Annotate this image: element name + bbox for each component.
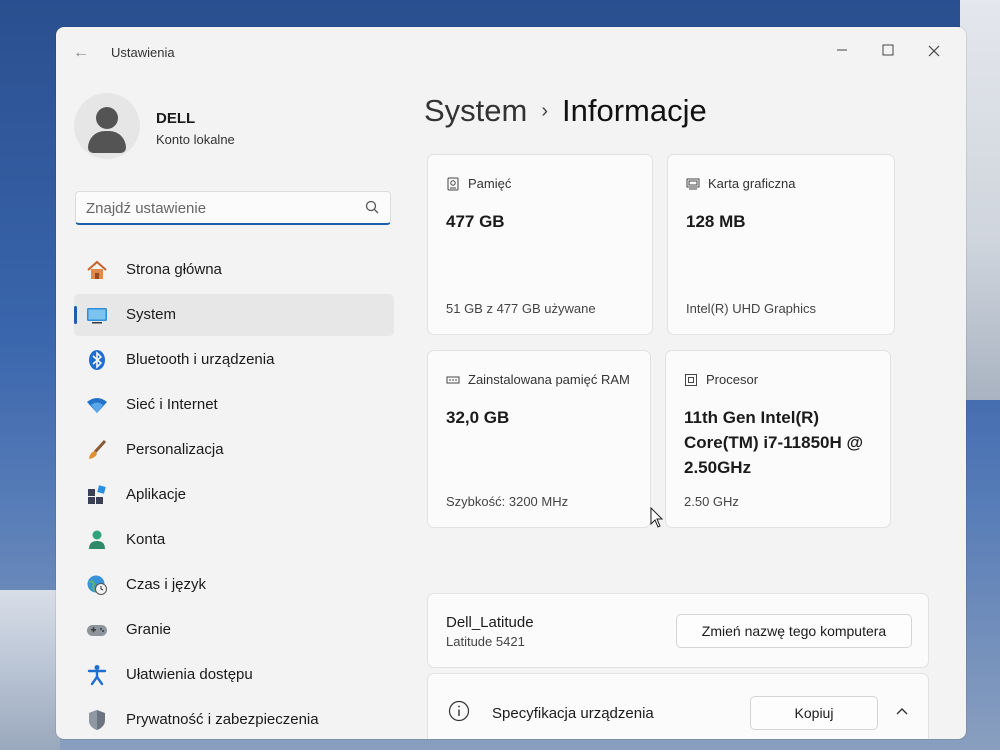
sidebar-item-label: Aplikacje [126,486,187,503]
breadcrumb: System › Informacje [424,93,707,129]
minimize-icon [837,49,847,51]
maximize-icon [882,44,894,56]
sidebar-item-label: Prywatność i zabezpieczenia [126,711,319,728]
breadcrumb-parent[interactable]: System [424,93,527,128]
shield-icon [89,710,105,730]
background-snow-left [0,590,60,750]
accessibility-icon [87,665,107,686]
sidebar-item-label: Bluetooth i urządzenia [126,351,275,368]
settings-window: ← Ustawienia DELL Konto lokalne Znajdź u… [56,27,966,739]
sidebar-item-personalization[interactable]: Personalizacja [74,429,394,471]
breadcrumb-separator: › [541,100,549,122]
sidebar-item-home[interactable]: Strona główna [74,249,394,291]
account-type: Konto lokalne [156,132,235,147]
page-title: Informacje [562,93,707,128]
device-spec-card[interactable]: Specyfikacja urządzenia Kopiuj [427,673,929,739]
system-icon [87,308,107,324]
sidebar-nav: Strona główna System Bluetooth i urządze… [74,249,394,739]
sidebar-item-bluetooth[interactable]: Bluetooth i urządzenia [74,339,394,381]
ram-card[interactable]: Zainstalowana pamięć RAM 32,0 GB Szybkoś… [427,350,651,528]
sidebar-item-accounts[interactable]: Konta [74,519,394,561]
search-icon[interactable] [364,199,380,215]
gpu-icon [686,178,700,190]
sidebar-item-label: Personalizacja [126,441,224,458]
gpu-title: Karta graficzna [708,176,796,191]
sidebar-item-label: Strona główna [126,261,222,278]
account-icon [89,530,105,549]
sidebar-item-time-language[interactable]: Czas i język [74,564,394,606]
storage-card[interactable]: Pamięć 477 GB 51 GB z 477 GB używane [427,154,653,335]
spec-title: Specyfikacja urządzenia [492,705,654,722]
storage-value: 477 GB [446,212,505,231]
sidebar-item-accessibility[interactable]: Ułatwienia dostępu [74,654,394,696]
ram-value: 32,0 GB [446,408,510,427]
sidebar-item-label: System [126,306,177,323]
gpu-name: Intel(R) UHD Graphics [686,301,817,316]
sidebar-item-label: Ułatwienia dostępu [126,666,253,683]
cpu-icon [685,374,697,386]
copy-button[interactable]: Kopiuj [750,696,878,730]
user-profile[interactable]: DELL Konto lokalne [74,93,394,163]
app-title: Ustawienia [111,45,175,60]
search-input[interactable] [86,198,346,218]
storage-title: Pamięć [468,176,512,191]
sidebar-item-label: Konta [126,531,166,548]
gpu-value: 128 MB [686,212,746,231]
sidebar-item-label: Czas i język [126,576,207,593]
bluetooth-icon [89,350,105,370]
home-icon [87,260,107,279]
sidebar-item-system[interactable]: System [74,294,394,336]
rename-pc-button[interactable]: Zmień nazwę tego komputera [676,614,912,648]
device-name: Dell_Latitude [446,614,534,631]
close-button[interactable] [920,37,948,65]
avatar-body [88,131,126,153]
sidebar-item-gaming[interactable]: Granie [74,609,394,651]
user-name: DELL [156,110,196,127]
sidebar-item-label: Granie [126,621,172,638]
ram-title: Zainstalowana pamięć RAM [468,372,630,387]
avatar [74,93,140,159]
storage-usage: 51 GB z 477 GB używane [446,301,596,316]
brush-icon [89,439,107,459]
device-name-card: Dell_Latitude Latitude 5421 Zmień nazwę … [427,593,929,668]
chevron-up-icon[interactable] [890,700,914,724]
device-model: Latitude 5421 [446,634,525,649]
maximize-button[interactable] [874,37,902,65]
close-icon [928,45,940,57]
minimize-button[interactable] [828,37,856,65]
sidebar-item-network[interactable]: Sieć i Internet [74,384,394,426]
apps-icon [88,485,106,504]
ram-speed: Szybkość: 3200 MHz [446,494,569,509]
sidebar-item-privacy[interactable]: Prywatność i zabezpieczenia [74,699,394,739]
storage-icon [447,177,459,191]
sidebar-item-apps[interactable]: Aplikacje [74,474,394,516]
gamepad-icon [87,625,107,636]
cpu-card[interactable]: Procesor 11th Gen Intel(R) Core(TM) i7-1… [665,350,891,528]
avatar-head [96,107,118,129]
gpu-card[interactable]: Karta graficzna 128 MB Intel(R) UHD Grap… [667,154,895,335]
ram-icon [446,376,460,384]
cpu-title: Procesor [706,372,759,387]
info-icon [448,700,470,722]
sidebar-item-label: Sieć i Internet [126,396,218,413]
cpu-speed: 2.50 GHz [684,494,739,509]
background-snow-right [960,0,1000,400]
mouse-cursor-icon [650,507,664,528]
wifi-icon [87,398,107,413]
title-bar: ← Ustawienia [56,27,966,75]
search-box[interactable] [75,191,391,225]
cpu-value: 11th Gen Intel(R) Core(TM) i7-11850H @ 2… [684,408,864,477]
back-arrow-icon[interactable]: ← [70,43,92,63]
globe-clock-icon [87,575,107,595]
